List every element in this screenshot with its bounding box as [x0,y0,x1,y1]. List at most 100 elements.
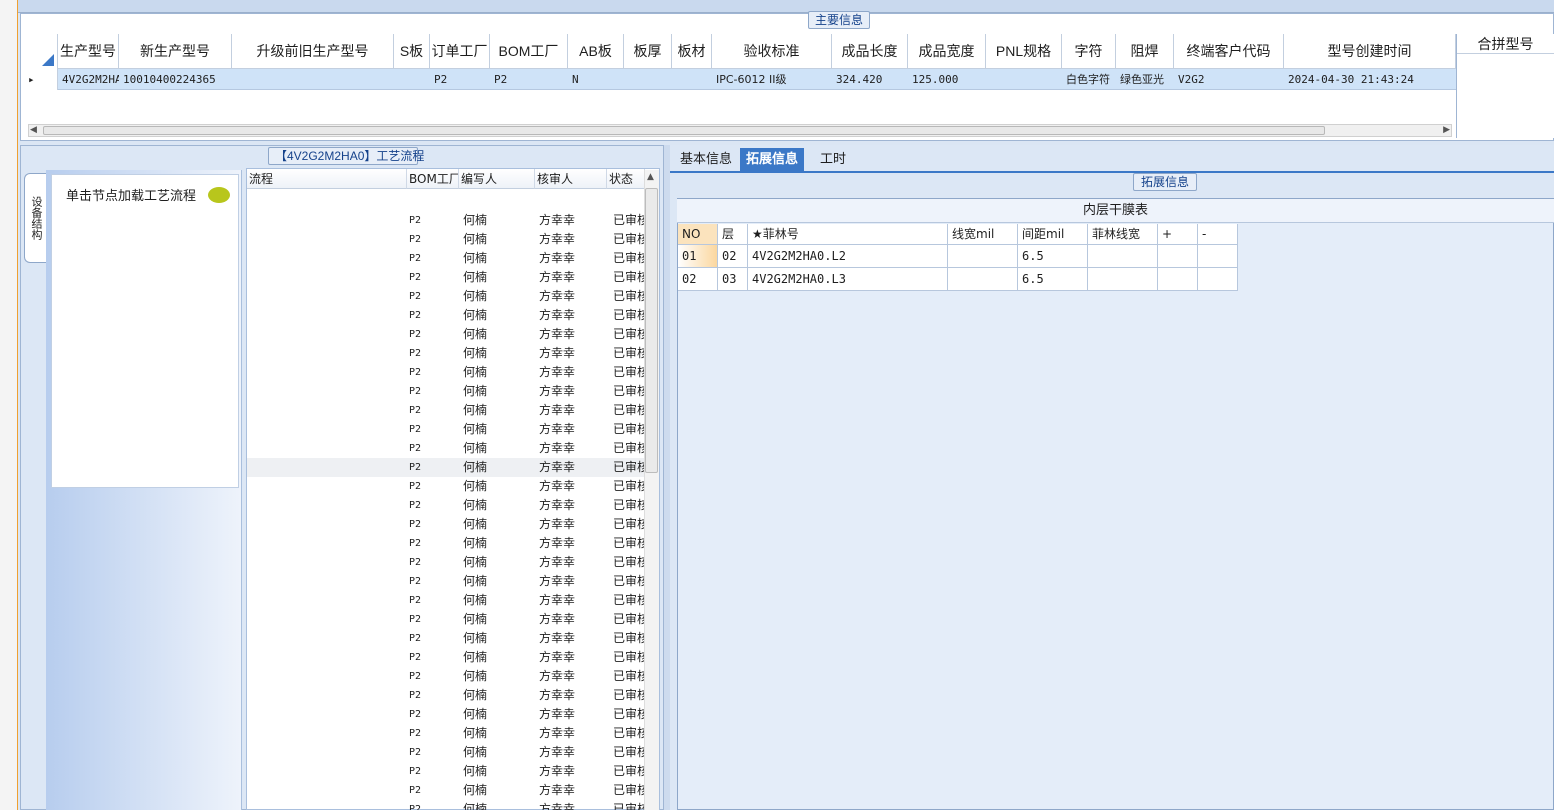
tree-bom-cell: P2 [409,443,422,454]
dry-film-cell[interactable] [1088,245,1158,268]
tree-leaf-node[interactable]: 排板P2何楠方幸幸已审核 [247,667,645,686]
main-grid-column-header[interactable]: 升级前旧生产型号 [232,34,394,69]
main-grid-column-header[interactable]: S板 [394,34,430,69]
main-grid-column-header[interactable]: 字符 [1062,34,1116,69]
dry-film-cell[interactable]: 6.5 [1018,268,1088,291]
equipment-structure-tab[interactable]: 设备结构 [24,173,46,263]
tree-leaf-node[interactable]: X-Ray冲孔P2何楠方幸幸已审核 [247,705,645,724]
tree-leaf-node[interactable]: 磨边P2何楠方幸幸已审核 [247,344,645,363]
tree-folder-node[interactable]: −流程指示P2何楠方幸幸已审核 [247,211,645,230]
main-grid-column-header[interactable]: 成品宽度 [908,34,986,69]
main-grid-column-header[interactable]: 型号创建时间 [1284,34,1456,69]
tree-column-header[interactable]: 编写人 [459,169,535,189]
row-indicator-header[interactable] [24,34,58,69]
tree-folder-node[interactable]: −层压P2何楠方幸幸已审核 [247,629,645,648]
tree-leaf-node[interactable]: 铝片钻孔P2何楠方幸幸已审核 [247,781,645,800]
tree-column-header[interactable]: BOM工厂 [407,169,459,189]
tab-extended[interactable]: 拓展信息 [740,148,805,171]
dry-film-column-header[interactable]: + [1158,224,1198,245]
tree-leaf-node[interactable]: 棕化P2何楠方幸幸已审核 [247,591,645,610]
tree-leaf-node[interactable]: 铣边P2何楠方幸幸已审核 [247,724,645,743]
main-grid-row[interactable]: ▸ 4V2G2M2HA0 10010400224365 P2 P2 N IPC-6012 … [24,69,1456,90]
tree-leaf-node[interactable]: 烘板P2何楠方幸幸已审核 [247,610,645,629]
tree-status-cell: 已审核 [613,479,645,493]
main-grid-column-header[interactable]: AB板 [568,34,624,69]
dry-film-column-header[interactable]: NO [678,224,718,245]
dry-film-cell[interactable] [948,268,1018,291]
dry-film-cell[interactable]: 6.5 [1018,245,1088,268]
tree-leaf-node[interactable]: 开料P2何楠方幸幸已审核 [247,306,645,325]
tree-leaf-node[interactable]: 压合P2何楠方幸幸已审核 [247,686,645,705]
main-grid-column-header[interactable]: BOM工厂 [490,34,568,69]
scroll-right-icon[interactable]: ▶ [1443,125,1450,135]
main-grid-column-header[interactable]: 生产型号 [58,34,119,69]
tree-column-header[interactable]: 流程 [247,169,407,189]
tree-status-cell: 已审核 [613,555,645,569]
dry-film-cell[interactable] [1158,268,1198,291]
tree-leaf-node[interactable]: 内层前处理P2何楠方幸幸已审核 [247,420,645,439]
main-grid-column-header[interactable]: 终端客户代码 [1174,34,1284,69]
main-grid-cell: 4V2G2M2HA0 [62,73,119,86]
tree-leaf-node[interactable]: 内层AOIP2何楠方幸幸已审核 [247,553,645,572]
dry-film-cell[interactable]: 01 [678,245,718,268]
main-grid-column-header[interactable]: 成品长度 [832,34,908,69]
tree-leaf-node[interactable]: 计划投料P2何楠方幸幸已审核 [247,268,645,287]
tree-root-node[interactable]: −⌂ 4V2G2M2HA0 [247,192,645,211]
main-grid-column-header[interactable]: 阻焊 [1116,34,1174,69]
horizontal-scrollbar[interactable]: ◀ ▶ [28,124,1452,137]
tree-leaf-node[interactable]: 退膜P2何楠方幸幸已审核 [247,515,645,534]
tree-leaf-node[interactable]: 酸性蚀刻P2何楠方幸幸已审核 [247,496,645,515]
tree-folder-node[interactable]: −内层图形P2何楠方幸幸已审核 [247,401,645,420]
main-grid-column-header[interactable]: 板厚 [624,34,672,69]
scroll-up-icon[interactable]: ▲ [647,172,654,182]
main-grid-column-header[interactable]: 验收标准 [712,34,832,69]
horizontal-scroll-thumb[interactable] [43,126,1325,135]
dry-film-cell[interactable] [1088,268,1158,291]
tree-leaf-node[interactable]: 打字唛P2何楠方幸幸已审核 [247,743,645,762]
tree-column-header[interactable]: 核审人 [535,169,607,189]
scroll-left-icon[interactable]: ◀ [30,125,37,135]
tree-folder-node[interactable]: −开料P2何楠方幸幸已审核 [247,287,645,306]
tree-leaf-node[interactable]: 显影P2何楠方幸幸已审核 [247,477,645,496]
main-grid-column-header[interactable]: 新生产型号 [119,34,232,69]
main-grid-column-header[interactable]: 板材 [672,34,712,69]
tree-leaf-node[interactable]: 裁切P2何楠方幸幸已审核 [247,325,645,344]
dry-film-column-header[interactable]: 层 [718,224,748,245]
main-grid-column-header[interactable]: PNL规格 [986,34,1062,69]
tree-reviewer-cell: 方幸幸 [539,346,576,360]
dry-film-cell[interactable]: 4V2G2M2HA0.L2 [748,245,948,268]
main-grid-cell: IPC-6012 II级 [716,73,787,86]
tab-basic[interactable]: 基本信息 [674,148,738,171]
dry-film-cell[interactable] [1158,245,1198,268]
tree-leaf-node[interactable]: 钻孔P2何楠方幸幸已审核 [247,800,645,810]
tree-reviewer-cell: 方幸幸 [539,289,576,303]
tree-column-header[interactable]: 状态 [607,169,645,189]
dry-film-cell[interactable] [948,245,1018,268]
dry-film-cell[interactable]: 02 [718,245,748,268]
dry-film-cell[interactable]: 02 [678,268,718,291]
tree-leaf-node[interactable]: 预排P2何楠方幸幸已审核 [247,648,645,667]
tree-leaf-node[interactable]: 贴膜P2何楠方幸幸已审核 [247,439,645,458]
dry-film-column-header[interactable]: 菲林线宽 [1088,224,1158,245]
dry-film-column-header[interactable]: - [1198,224,1238,245]
tree-folder-node[interactable]: −棕化P2何楠方幸幸已审核 [247,572,645,591]
tree-leaf-node[interactable]: 圆角P2何楠方幸幸已审核 [247,363,645,382]
dry-film-column-header[interactable]: 间距mil [1018,224,1088,245]
hint-text: 单击节点加载工艺流程 [66,189,197,204]
dry-film-cell[interactable]: 03 [718,268,748,291]
main-grid-column-header[interactable]: 订单工厂 [430,34,490,69]
tree-scroll-thumb[interactable] [645,188,658,473]
tree-folder-node[interactable]: −AOIP2何楠方幸幸已审核 [247,534,645,553]
dry-film-column-header[interactable]: 线宽mil [948,224,1018,245]
tree-leaf-node[interactable]: 曝光P2何楠方幸幸已审核 [247,458,645,477]
tree-leaf-node[interactable]: 打标P2何楠方幸幸已审核 [247,382,645,401]
dry-film-column-header[interactable]: ★菲林号 [748,224,948,245]
dry-film-cell[interactable] [1198,245,1238,268]
dry-film-cell[interactable]: 4V2G2M2HA0.L3 [748,268,948,291]
tree-folder-node[interactable]: −计划投料P2何楠方幸幸已审核 [247,249,645,268]
dry-film-cell[interactable] [1198,268,1238,291]
tab-hours[interactable]: 工时 [814,148,852,171]
tree-folder-node[interactable]: −钻孔P2何楠方幸幸已审核 [247,762,645,781]
tree-bom-cell: P2 [409,728,422,739]
tree-leaf-node[interactable]: 流程指示P2何楠方幸幸已审核 [247,230,645,249]
